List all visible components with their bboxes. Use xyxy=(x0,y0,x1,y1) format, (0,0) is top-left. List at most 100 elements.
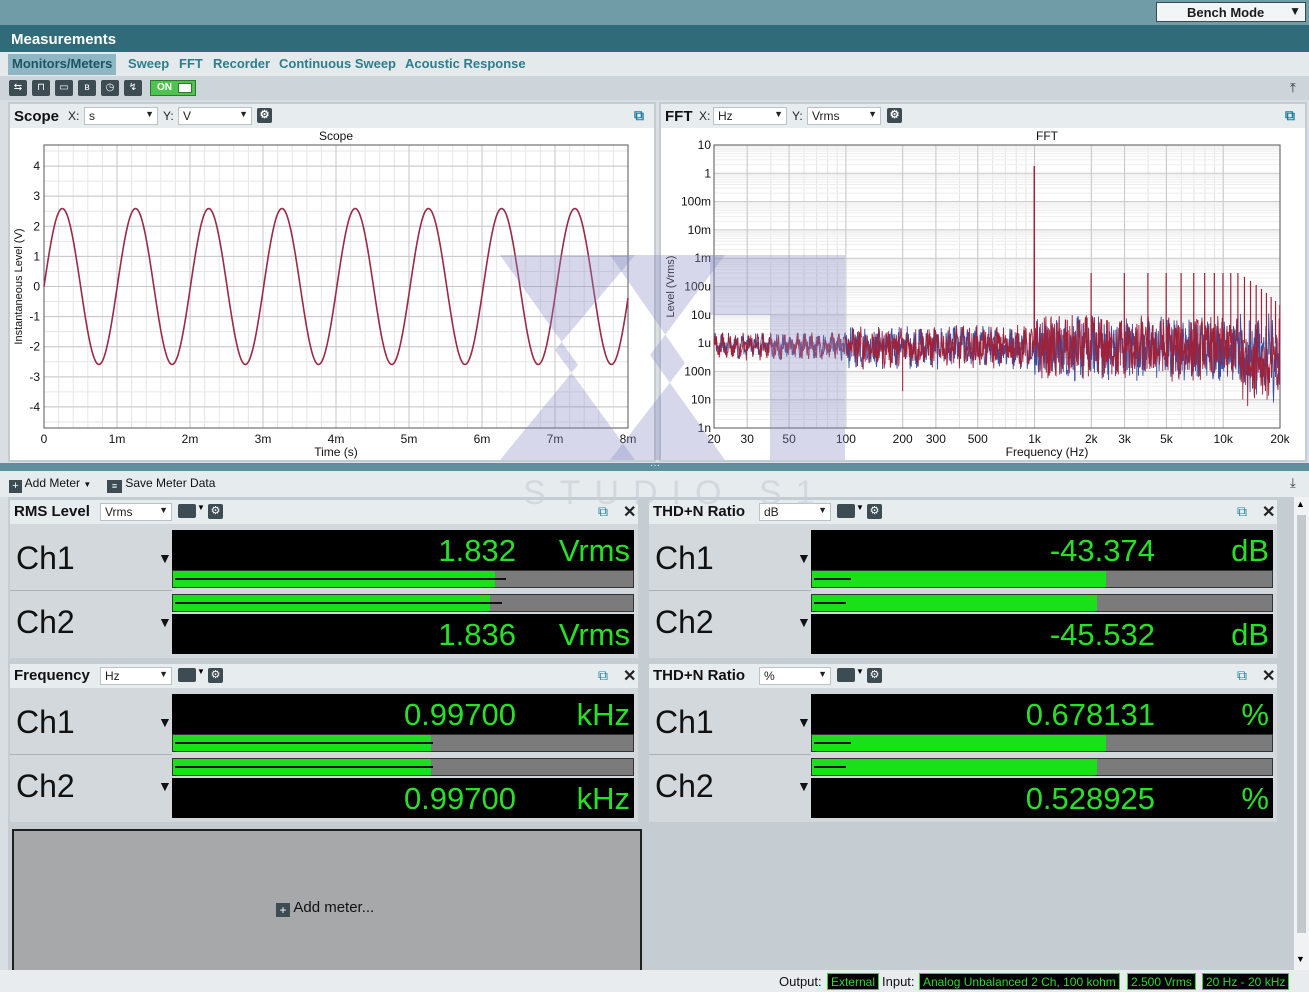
scope-chart-title: Scope xyxy=(319,129,353,143)
scope-y-unit: V xyxy=(183,109,192,123)
clock-icon[interactable]: ◷ xyxy=(101,80,119,96)
add-meter-button[interactable]: + Add Meter ▼ xyxy=(9,476,91,493)
bench-mode-label: Bench Mode xyxy=(1187,5,1265,20)
meter-unit-select[interactable]: % ▼ xyxy=(759,667,831,685)
meter-channel-row: Ch1 ▼ 0.99700 kHz xyxy=(10,690,638,754)
y-tick-label: 2 xyxy=(33,219,40,233)
meter-bar-fill xyxy=(812,735,1107,751)
meter-unit-label: % xyxy=(1241,697,1269,732)
meter-popout-icon[interactable]: ⧉ xyxy=(1237,667,1247,684)
graph-options-icon[interactable] xyxy=(178,504,196,518)
watermark-text: STUDIO S1 xyxy=(523,474,829,512)
chevron-down-icon: ▼ xyxy=(1289,4,1301,18)
generator-on-toggle[interactable]: ON xyxy=(150,80,196,96)
input-level[interactable]: 2.500 Vrms xyxy=(1127,973,1196,990)
x-axis-label: Time (s) xyxy=(314,445,358,459)
meter-bar xyxy=(172,734,634,752)
y-tick-label: 10 xyxy=(698,138,712,152)
save-meter-data-button[interactable]: ≡ Save Meter Data xyxy=(107,476,215,493)
scroll-up-icon[interactable]: ▲ xyxy=(1296,499,1305,509)
meter-value: 0.99700 xyxy=(403,781,516,816)
meter-collapse-icon[interactable]: ⤓ xyxy=(1290,475,1296,491)
output-value[interactable]: External xyxy=(827,973,880,990)
cable-icon[interactable]: ▭ xyxy=(55,80,73,96)
tab-acoustic-response[interactable]: Acoustic Response xyxy=(405,56,526,71)
meter-popout-icon[interactable]: ⧉ xyxy=(598,667,608,684)
channel-dropdown-icon[interactable]: ▼ xyxy=(158,550,172,566)
channel-dropdown-icon[interactable]: ▼ xyxy=(797,550,811,566)
scope-x-unit-select[interactable]: s ▼ xyxy=(84,107,158,125)
y-tick-label: -1 xyxy=(29,310,40,324)
square-wave-icon[interactable]: ⊓ xyxy=(32,80,50,96)
y-tick-label: 1 xyxy=(33,249,40,263)
meters-scrollbar[interactable]: ▲ ▼ xyxy=(1294,497,1309,970)
meter-settings-gear-icon[interactable]: ⚙ xyxy=(867,668,882,683)
scope-y-unit-select[interactable]: V ▼ xyxy=(178,107,252,125)
channel-dropdown-icon[interactable]: ▼ xyxy=(797,714,811,730)
x-tick-label: 1m xyxy=(109,432,126,446)
fft-x-unit-select[interactable]: Hz ▼ xyxy=(713,107,787,125)
fft-x-label: X: xyxy=(699,109,711,123)
graph-options-icon[interactable] xyxy=(178,668,196,682)
meter-display: 0.528925 % xyxy=(811,778,1273,818)
bench-mode-dropdown[interactable]: Bench Mode ▼ xyxy=(1156,2,1306,22)
meter-value: 1.836 xyxy=(438,617,516,652)
meter-settings-gear-icon[interactable]: ⚙ xyxy=(208,504,223,519)
meter-title: Frequency xyxy=(14,667,90,684)
channel-dropdown-icon[interactable]: ▼ xyxy=(158,714,172,730)
fft-popout-icon[interactable]: ⧉ xyxy=(1285,107,1295,124)
fft-settings-gear-icon[interactable]: ⚙ xyxy=(887,108,902,123)
channel-label: Ch1 xyxy=(655,704,714,740)
tab-monitors-meters[interactable]: Monitors/Meters xyxy=(8,54,117,75)
input-value[interactable]: Analog Unbalanced 2 Ch, 100 kohm xyxy=(919,973,1120,990)
meter-close-icon[interactable]: ✕ xyxy=(623,666,636,686)
signal-path-icon[interactable]: ↯ xyxy=(124,80,142,96)
x-tick-label: 2k xyxy=(1085,432,1099,446)
meter-popout-icon[interactable]: ⧉ xyxy=(1237,503,1247,520)
meter-panel-4: THD+N Ratio %▼ ▼ ⚙ ⧉ ✕ Ch1 ▼ 0.678131 % xyxy=(649,664,1277,822)
scope-popout-icon[interactable]: ⧉ xyxy=(634,107,644,124)
scroll-down-icon[interactable]: ▼ xyxy=(1296,954,1305,964)
meter-bar xyxy=(811,734,1273,752)
meter-close-icon[interactable]: ✕ xyxy=(1262,502,1275,522)
meter-value: 0.99700 xyxy=(403,697,516,732)
meter-display: 1.832 Vrms xyxy=(172,530,634,570)
channel-dropdown-icon[interactable]: ▼ xyxy=(158,614,172,630)
scrollbar-thumb[interactable] xyxy=(1297,515,1306,933)
x-tick-label: 1k xyxy=(1028,432,1042,446)
tab-recorder[interactable]: Recorder xyxy=(213,56,270,71)
plus-icon: + xyxy=(276,903,290,917)
bandwidth[interactable]: 20 Hz - 20 kHz xyxy=(1202,973,1290,990)
toolbar xyxy=(0,76,1309,100)
meter-unit-select[interactable]: Vrms ▼ xyxy=(100,503,172,521)
scope-settings-gear-icon[interactable]: ⚙ xyxy=(257,108,272,123)
meter-settings-gear-icon[interactable]: ⚙ xyxy=(867,504,882,519)
channel-dropdown-icon[interactable]: ▼ xyxy=(797,614,811,630)
channel-dropdown-icon[interactable]: ▼ xyxy=(158,778,172,794)
meter-unit-label: Vrms xyxy=(558,617,630,652)
graph-options-icon[interactable] xyxy=(837,504,855,518)
tab-sweep[interactable]: Sweep xyxy=(128,56,169,71)
add-meter-placeholder[interactable]: + Add meter... xyxy=(12,829,642,974)
meter-channel-row: Ch2 ▼ 0.99700 kHz xyxy=(10,754,638,818)
meter-header: THD+N Ratio % ▼ ▼ ⚙ ⧉ ✕ xyxy=(649,664,1277,688)
meter-settings-gear-icon[interactable]: ⚙ xyxy=(208,668,223,683)
swap-icon[interactable]: ⇆ xyxy=(9,80,27,96)
collapse-icon[interactable]: ⤒ xyxy=(1290,80,1296,96)
meter-unit-select[interactable]: Hz ▼ xyxy=(100,667,172,685)
channel-label: Ch1 xyxy=(16,540,75,576)
meter-close-icon[interactable]: ✕ xyxy=(1262,666,1275,686)
meter-channel-row: Ch2 ▼ 0.528925 % xyxy=(649,754,1277,818)
meter-display: 1.836 Vrms xyxy=(172,614,634,654)
tab-fft[interactable]: FFT xyxy=(179,56,203,71)
meter-bar xyxy=(811,594,1273,612)
graph-options-icon[interactable] xyxy=(837,668,855,682)
meter-peak-line xyxy=(175,742,433,744)
row-divider xyxy=(649,754,811,755)
channel-dropdown-icon[interactable]: ▼ xyxy=(797,778,811,794)
meter-display: 0.99700 kHz xyxy=(172,778,634,818)
y-axis-label: Instantaneous Level (V) xyxy=(13,228,25,344)
bluetooth-icon[interactable]: ʙ xyxy=(78,80,96,96)
tab-continuous-sweep[interactable]: Continuous Sweep xyxy=(279,56,396,71)
fft-y-unit-select[interactable]: Vrms ▼ xyxy=(807,107,881,125)
